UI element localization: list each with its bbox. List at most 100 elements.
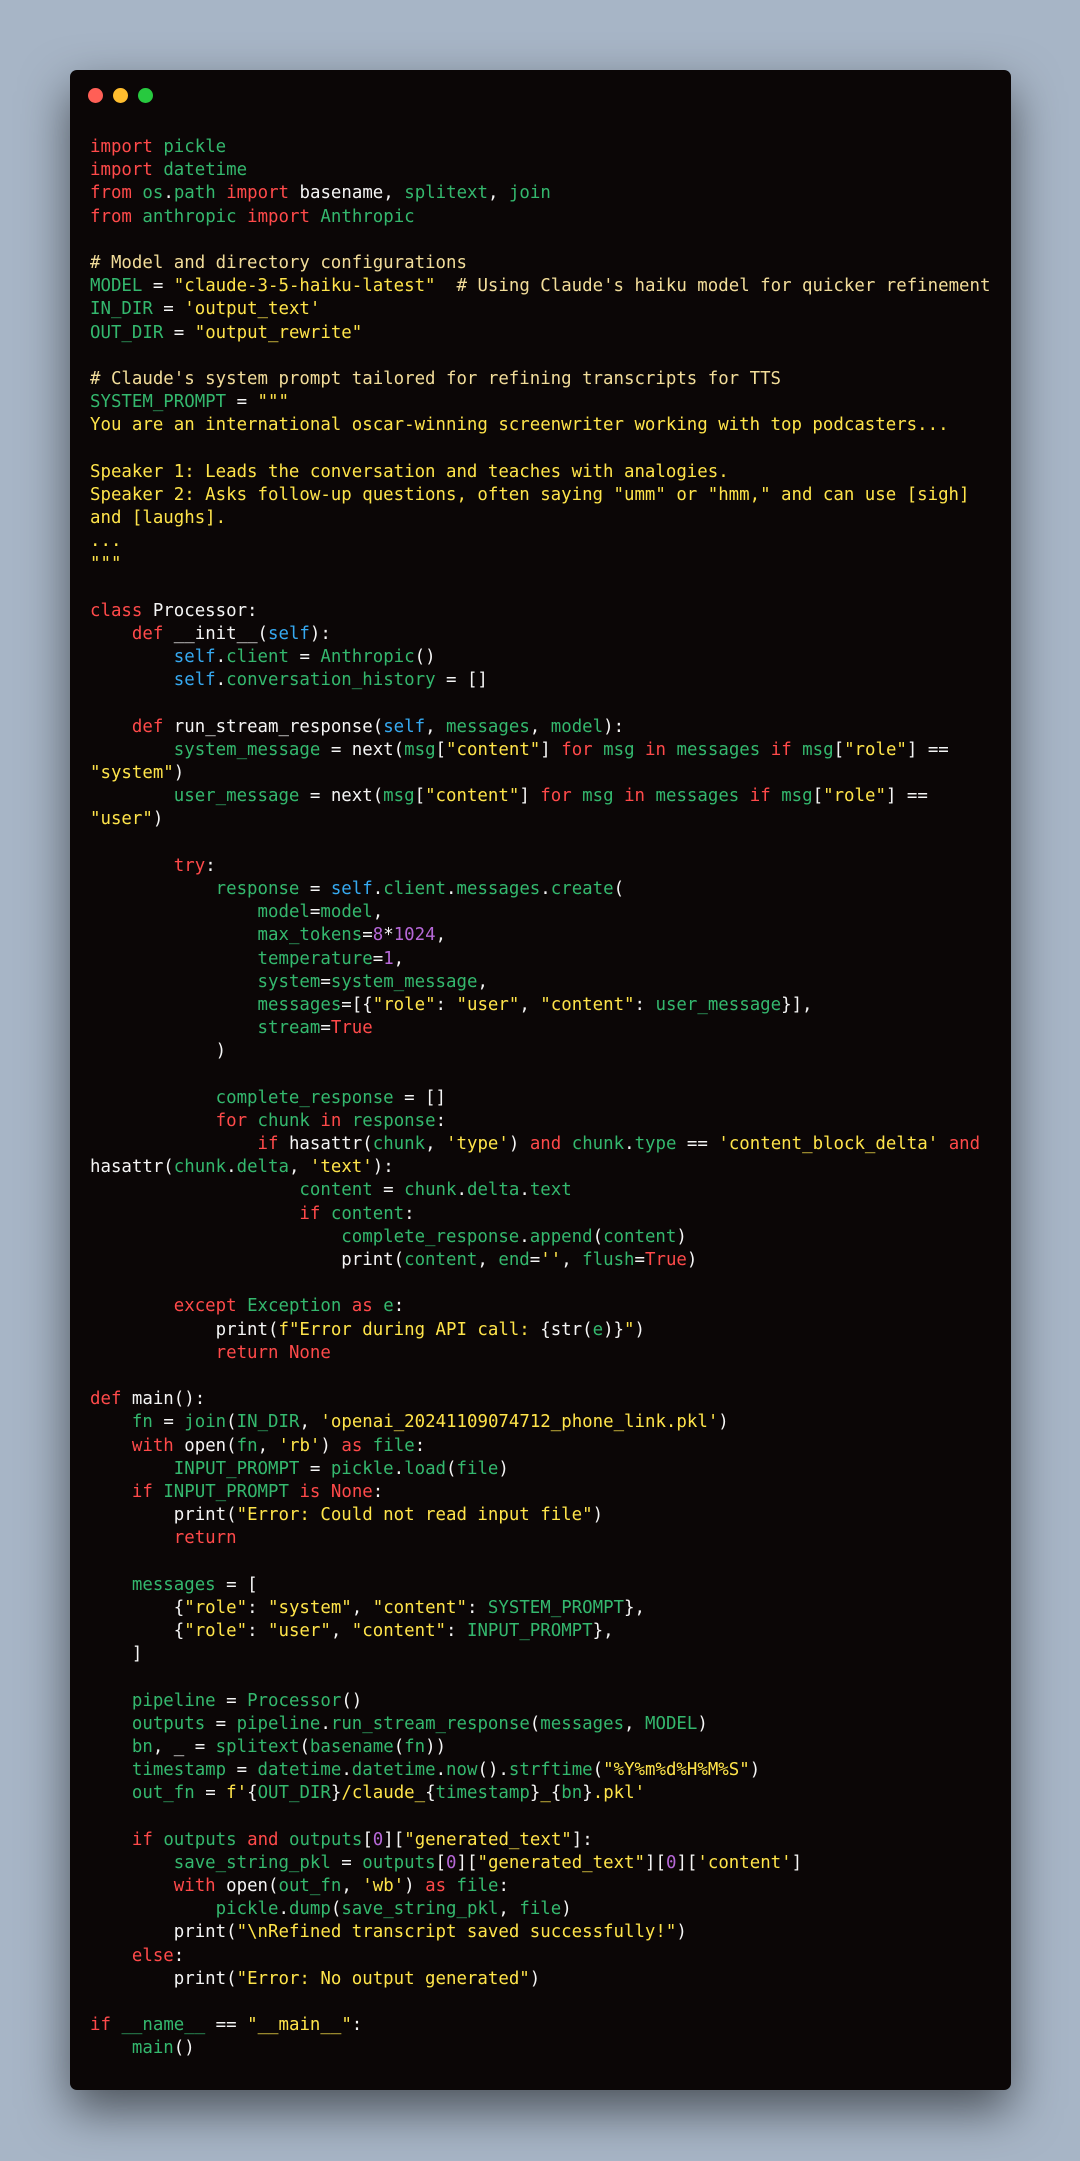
code-token: [ [833,739,845,760]
code-block: import pickle import datetime from os.path… [90,136,1005,2061]
code-token: "role" [184,1621,248,1641]
code-token: if [749,786,771,807]
close-dot-icon[interactable] [88,88,103,103]
code-token: "role" [372,994,436,1015]
code-token: class [90,600,143,621]
code-line: def main(): [90,1388,1005,1411]
code-token: and [247,1829,279,1850]
code-token: ( [613,879,625,899]
code-line: complete_response.append(content) [90,1226,1005,1249]
code-token: bn [131,1736,153,1757]
code-token: 'wb' [362,1876,405,1897]
code-token: flush [582,1250,635,1270]
code-line: import pickle [90,136,1005,159]
code-token: : [435,994,457,1015]
code-line: pipeline = Processor() [90,1690,1005,1713]
code-token: msg [404,739,436,760]
code-token: . [226,1157,237,1178]
code-token: # Claude's system prompt tailored for re… [90,368,782,389]
code-line: from os.path import basename, splitext, … [90,182,1005,205]
code-line: and [laughs]. [90,507,1005,530]
code-token: ] [791,1852,803,1873]
code-line: save_string_pkl = outputs[0]["generated_… [90,1852,1005,1875]
minimize-dot-icon[interactable] [113,88,128,103]
code-token: ) [749,1760,761,1781]
code-token: , [425,716,447,737]
maximize-dot-icon[interactable] [138,88,153,103]
code-token: if [770,739,792,760]
code-token: ) [173,763,185,784]
code-token: fn [404,1736,426,1757]
code-token: type [634,1134,677,1155]
code-token: import [90,160,153,181]
code-token: print( [90,1968,237,1989]
code-line: model=model, [90,901,1005,924]
code-token: . [372,879,384,899]
code-line: def __init__(self): [90,623,1005,646]
code-token: Processor: [142,600,258,621]
code-token: MODEL [90,276,143,297]
code-token: {str( [540,1319,593,1340]
code-token: strftime [508,1760,593,1781]
code-token: print( [90,1250,405,1270]
code-line: SYSTEM_PROMPT = """ [90,391,1005,414]
code-token: self [173,647,216,668]
code-line: system=system_message, [90,971,1005,994]
code-token: INPUT_PROMPT [173,1458,300,1479]
code-token: = [152,299,185,320]
code-token: main [131,2038,174,2059]
code-line: complete_response = [] [90,1087,1005,1110]
code-token: [ [435,739,447,760]
code-token: = [320,971,331,992]
code-token: ][ [645,1852,666,1873]
code-token: IN_DIR [90,299,153,320]
code-token: Processor [247,1690,342,1711]
code-token: = [152,1412,185,1433]
code-line: ... [90,530,1005,553]
code-token: """ [90,554,122,575]
code-token: in [645,739,666,760]
code-token: self [330,879,373,899]
code-token: Anthropic [320,647,415,668]
code-token: ]: [571,1829,593,1850]
code-token: return [215,1342,279,1363]
code-token: __init__( [163,623,269,644]
code-token: out_fn [131,1783,195,1804]
code-token: self [268,623,310,644]
code-token: == [205,2015,248,2036]
code-token: ) [320,1435,342,1456]
code-token: : [435,1110,447,1131]
code-token: : [446,1621,467,1641]
code-line: if __name__ == "__main__": [90,2014,1005,2037]
code-token: Exception [247,1296,342,1317]
code-token: 1 [383,948,394,969]
code-token: OUT_DIR [257,1783,331,1804]
code-token: ) [90,1041,227,1062]
code-line: temperature=1, [90,948,1005,971]
code-token: = [226,392,258,413]
code-token: = [299,1458,331,1479]
code-token: messages [257,994,342,1015]
code-token: ) [404,1876,426,1897]
code-token: [ [435,1852,447,1873]
code-token: . [393,1458,405,1479]
code-token: ): [603,716,625,737]
code-token: ][ [676,1852,698,1873]
code-line: "system") [90,762,1005,785]
